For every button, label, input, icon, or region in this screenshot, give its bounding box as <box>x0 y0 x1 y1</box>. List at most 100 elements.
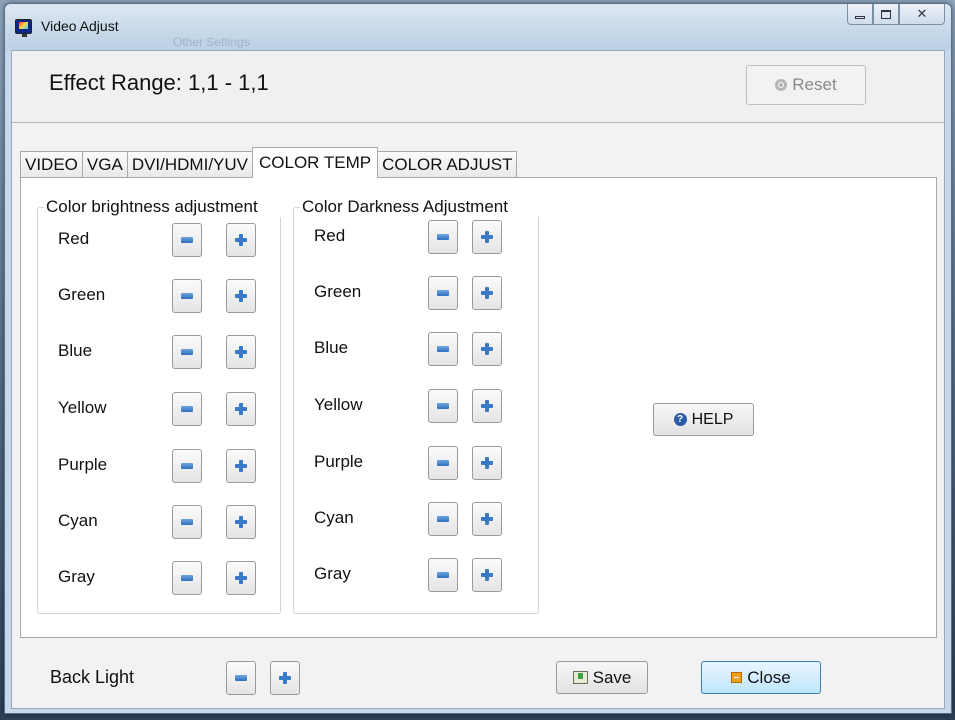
window-controls: ✕ <box>847 4 945 26</box>
darkness-red-increase-button[interactable] <box>472 220 502 254</box>
close-button-label: Close <box>747 667 791 687</box>
tab-color-adjust[interactable]: COLOR ADJUST <box>377 151 518 178</box>
darkness-row-blue: Blue <box>294 332 538 366</box>
brightness-gray-decrease-button[interactable] <box>172 561 202 595</box>
plus-icon <box>235 403 247 415</box>
minus-icon <box>181 519 193 525</box>
plus-icon <box>481 231 493 243</box>
row-label: Purple <box>58 455 108 474</box>
brightness-row-yellow: Yellow <box>38 392 280 426</box>
darkness-yellow-decrease-button[interactable] <box>428 389 458 423</box>
darkness-red-decrease-button[interactable] <box>428 220 458 254</box>
row-label: Gray <box>58 567 95 586</box>
darkness-blue-increase-button[interactable] <box>472 332 502 366</box>
brightness-purple-decrease-button[interactable] <box>172 449 202 483</box>
brightness-green-decrease-button[interactable] <box>172 279 202 313</box>
minimize-button[interactable] <box>847 4 873 25</box>
backlight-decrease-button[interactable] <box>226 661 256 695</box>
row-label: Blue <box>314 338 349 357</box>
help-button[interactable]: ? HELP <box>653 403 754 436</box>
tab-vga[interactable]: VGA <box>81 151 128 178</box>
plus-icon <box>481 400 493 412</box>
brightness-blue-increase-button[interactable] <box>226 335 256 369</box>
backlight-increase-button[interactable] <box>270 661 300 695</box>
darkness-row-red: Red <box>294 220 538 254</box>
minus-icon <box>181 237 193 243</box>
minimize-icon <box>855 16 865 19</box>
help-icon: ? <box>673 413 687 426</box>
brightness-yellow-increase-button[interactable] <box>226 392 256 426</box>
plus-icon <box>235 346 247 358</box>
row-label: Blue <box>58 341 93 360</box>
minus-icon <box>437 234 449 240</box>
maximize-icon <box>881 9 891 19</box>
video-adjust-window: Video Adjust Other Settings ✕ Effect Ran… <box>4 3 952 714</box>
brightness-row-purple: Purple <box>38 449 280 483</box>
brightness-row-gray: Gray <box>38 561 280 595</box>
minus-icon <box>437 290 449 296</box>
row-label: Purple <box>314 452 364 471</box>
tab-video[interactable]: VIDEO <box>20 151 83 178</box>
plus-icon <box>481 513 493 525</box>
brightness-row-blue: Blue <box>38 335 280 369</box>
tab-strip: VIDEO VGA DVI/HDMI/YUV COLOR TEMP COLOR … <box>20 147 518 178</box>
darkness-green-increase-button[interactable] <box>472 276 502 310</box>
darkness-gray-increase-button[interactable] <box>472 558 502 592</box>
close-icon: ✕ <box>916 6 928 22</box>
monitor-app-icon <box>15 19 32 37</box>
brightness-gray-increase-button[interactable] <box>226 561 256 595</box>
darkness-purple-increase-button[interactable] <box>472 446 502 480</box>
title-bar[interactable]: Video Adjust Other Settings ✕ <box>5 4 951 50</box>
color-brightness-title: Color brightness adjustment <box>44 197 282 217</box>
help-button-label: HELP <box>691 410 734 428</box>
plus-icon <box>481 457 493 469</box>
maximize-button[interactable] <box>873 4 899 25</box>
save-button[interactable]: Save <box>556 661 648 694</box>
darkness-blue-decrease-button[interactable] <box>428 332 458 366</box>
footer-bar: Back Light Save Close <box>12 649 944 709</box>
brightness-blue-decrease-button[interactable] <box>172 335 202 369</box>
minus-icon <box>437 346 449 352</box>
row-label: Cyan <box>58 511 98 530</box>
back-light-label: Back Light <box>50 667 135 687</box>
darkness-green-decrease-button[interactable] <box>428 276 458 310</box>
plus-icon <box>481 343 493 355</box>
row-label: Green <box>314 282 362 301</box>
reset-button[interactable]: Reset <box>746 65 866 105</box>
row-label: Yellow <box>314 395 363 414</box>
minus-icon <box>181 349 193 355</box>
window-title: Video Adjust <box>41 18 119 34</box>
darkness-yellow-increase-button[interactable] <box>472 389 502 423</box>
minus-icon <box>181 463 193 469</box>
brightness-red-decrease-button[interactable] <box>172 223 202 257</box>
tab-dvi-hdmi-yuv[interactable]: DVI/HDMI/YUV <box>126 151 253 178</box>
color-brightness-group: Color brightness adjustment Red Green Bl… <box>37 197 282 614</box>
header-panel: Effect Range: 1,1 - 1,1 Reset <box>12 51 944 123</box>
brightness-row-cyan: Cyan <box>38 505 280 539</box>
plus-icon <box>235 516 247 528</box>
darkness-row-green: Green <box>294 276 538 310</box>
brightness-green-increase-button[interactable] <box>226 279 256 313</box>
tab-color-temp[interactable]: COLOR TEMP <box>252 147 379 178</box>
window-close-button[interactable]: ✕ <box>899 4 945 25</box>
brightness-cyan-decrease-button[interactable] <box>172 505 202 539</box>
close-button[interactable]: Close <box>701 661 821 694</box>
darkness-gray-decrease-button[interactable] <box>428 558 458 592</box>
plus-icon <box>235 234 247 246</box>
minus-icon <box>437 516 449 522</box>
color-darkness-title: Color Darkness Adjustment <box>300 197 540 217</box>
brightness-purple-increase-button[interactable] <box>226 449 256 483</box>
brightness-yellow-decrease-button[interactable] <box>172 392 202 426</box>
effect-range-label: Effect Range: 1,1 - 1,1 <box>49 70 269 95</box>
brightness-cyan-increase-button[interactable] <box>226 505 256 539</box>
darkness-cyan-decrease-button[interactable] <box>428 502 458 536</box>
row-label: Red <box>314 226 346 245</box>
color-temp-page: Color brightness adjustment Red Green Bl… <box>20 177 937 638</box>
darkness-cyan-increase-button[interactable] <box>472 502 502 536</box>
darkness-purple-decrease-button[interactable] <box>428 446 458 480</box>
minus-icon <box>181 575 193 581</box>
brightness-red-increase-button[interactable] <box>226 223 256 257</box>
row-label: Green <box>58 285 106 304</box>
color-darkness-group: Color Darkness Adjustment Red Green Blue <box>293 197 540 614</box>
row-label: Cyan <box>314 508 354 527</box>
